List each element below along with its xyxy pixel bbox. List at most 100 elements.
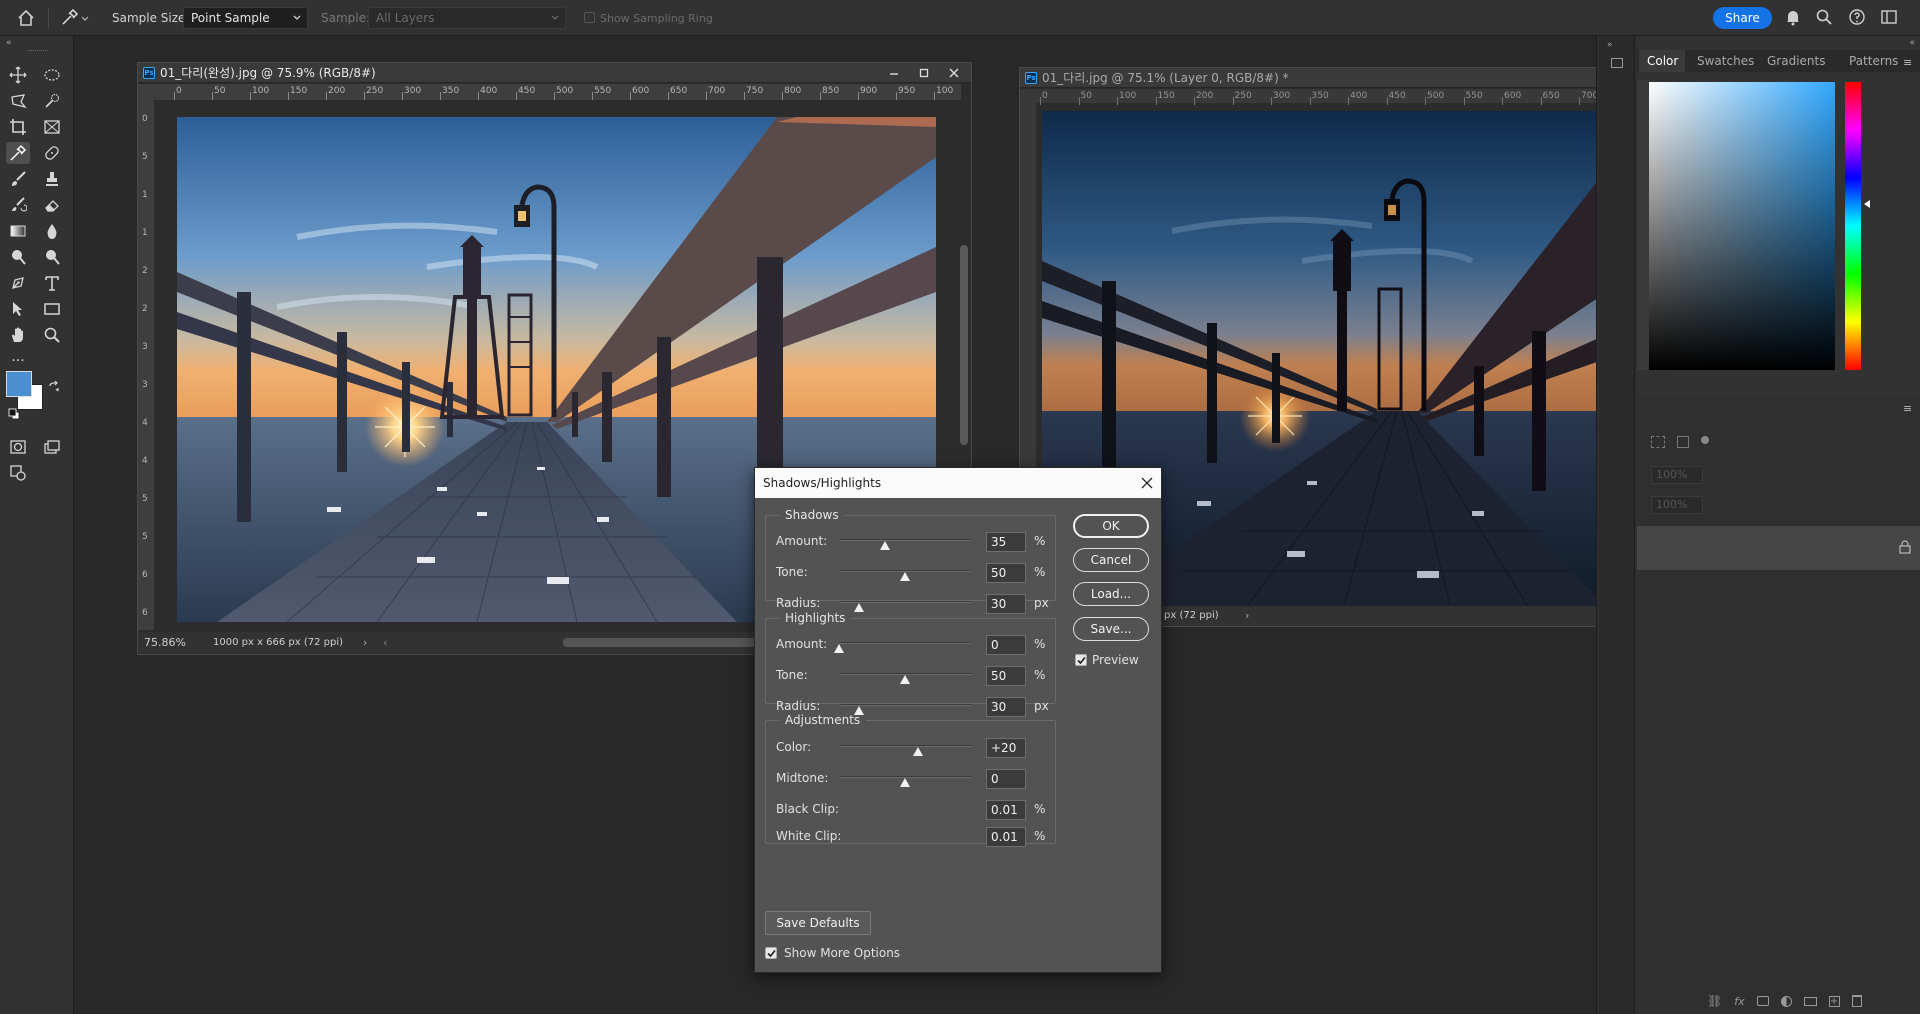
sample-size-dropdown[interactable]: Point Sample	[183, 7, 308, 29]
collapse-panel-icon[interactable]: «	[1909, 38, 1915, 48]
delete-layer-icon[interactable]	[1851, 995, 1862, 1007]
lasso-tool-icon[interactable]	[6, 90, 30, 112]
color-slider-thumb[interactable]	[913, 747, 923, 756]
path-selection-tool-icon[interactable]	[6, 298, 30, 320]
color-field[interactable]	[1649, 82, 1835, 370]
scrollbar-thumb[interactable]	[960, 245, 968, 445]
layer-row[interactable]	[1637, 526, 1920, 570]
eraser-tool-icon[interactable]	[40, 194, 64, 216]
pen-tool-icon[interactable]	[6, 272, 30, 294]
highlights-tone-slider-thumb[interactable]	[900, 675, 910, 684]
highlights-tone-input[interactable]: 50	[986, 666, 1026, 686]
tab-gradients[interactable]: Gradients	[1767, 54, 1825, 68]
panel-menu-icon[interactable]: ≡	[1903, 402, 1912, 415]
shadows-radius-input[interactable]: 30	[986, 594, 1026, 614]
scroll-left-icon[interactable]: ‹	[383, 632, 387, 654]
marquee-tool-icon[interactable]	[40, 64, 64, 86]
crop-tool-icon[interactable]	[6, 116, 30, 138]
midtone-input[interactable]: 0	[986, 769, 1026, 789]
ok-button[interactable]: OK	[1073, 514, 1149, 538]
add-mask-icon[interactable]	[1756, 996, 1769, 1006]
more-tools-icon[interactable]: ···	[6, 350, 30, 372]
shadows-tone-input[interactable]: 50	[986, 563, 1026, 583]
lock-pixels-icon[interactable]	[1677, 436, 1689, 448]
tab-patterns[interactable]: Patterns	[1849, 54, 1898, 68]
color-input[interactable]: +20	[986, 738, 1026, 758]
chevron-right-icon[interactable]: ›	[1245, 606, 1249, 626]
blur-tool-icon[interactable]	[40, 220, 64, 242]
black-clip-input[interactable]: 0.01	[986, 800, 1026, 820]
search-icon[interactable]	[1815, 8, 1833, 26]
fill-field[interactable]: 100%	[1651, 496, 1703, 514]
tab-color[interactable]: Color	[1647, 54, 1678, 68]
type-tool-icon[interactable]	[40, 272, 64, 294]
cancel-button[interactable]: Cancel	[1073, 548, 1149, 572]
panel-menu-icon[interactable]: ≡	[1903, 56, 1912, 69]
eyedropper-tool-icon[interactable]	[6, 142, 30, 164]
adjustment-layer-icon[interactable]	[1780, 995, 1792, 1007]
hand-tool-icon[interactable]	[6, 324, 30, 346]
highlights-amount-slider-thumb[interactable]	[834, 644, 844, 653]
lock-transparent-icon[interactable]	[1651, 436, 1665, 448]
document-tab-left[interactable]: Ps 01_다리(완성).jpg @ 75.9% (RGB/8#)	[138, 63, 971, 83]
home-icon[interactable]	[16, 0, 36, 36]
load-button[interactable]: Load...	[1073, 582, 1149, 606]
close-icon[interactable]	[1141, 477, 1153, 489]
save-button[interactable]: Save...	[1073, 617, 1149, 641]
shadows-tone-slider-thumb[interactable]	[900, 572, 910, 581]
frame-tool-icon[interactable]	[40, 116, 64, 138]
link-layers-icon[interactable]: ⛓	[1707, 994, 1722, 1008]
eyedropper-preset-icon[interactable]	[60, 0, 90, 36]
preview-checkbox[interactable]	[1075, 654, 1087, 666]
minimize-icon[interactable]	[879, 63, 909, 83]
maximize-icon[interactable]	[909, 63, 939, 83]
workspace-icon[interactable]	[1880, 8, 1898, 26]
zoom-level[interactable]: 75.86%	[144, 632, 186, 654]
shadows-amount-slider-thumb[interactable]	[880, 541, 890, 550]
swap-colors-icon[interactable]	[48, 381, 60, 393]
shadows-amount-slider-track[interactable]	[839, 539, 971, 541]
sample-dropdown[interactable]: All Layers	[368, 7, 566, 29]
help-icon[interactable]	[1848, 8, 1866, 26]
history-brush-tool-icon[interactable]	[6, 194, 30, 216]
shadows-radius-slider-thumb[interactable]	[854, 603, 864, 612]
show-sampling-ring-checkbox[interactable]	[584, 12, 595, 23]
collapse-panel-icon[interactable]: »	[1607, 40, 1613, 50]
quick-mask-icon[interactable]	[6, 436, 30, 458]
dodge-tool-icon[interactable]	[6, 246, 30, 268]
tab-swatches[interactable]: Swatches	[1697, 54, 1754, 68]
chevron-right-icon[interactable]: ›	[363, 632, 367, 654]
quick-selection-tool-icon[interactable]	[40, 90, 64, 112]
opacity-field[interactable]: 100%	[1651, 466, 1703, 484]
move-tool-icon[interactable]	[6, 64, 30, 86]
dodge-burn-tool-icon[interactable]	[40, 246, 64, 268]
screen-mode-icon[interactable]	[40, 436, 64, 458]
collapse-panel-icon[interactable]: «	[6, 38, 12, 48]
horizontal-scrollbar-thumb[interactable]	[563, 638, 758, 647]
clone-stamp-tool-icon[interactable]	[40, 168, 64, 190]
show-more-options-checkbox[interactable]	[765, 947, 777, 959]
zoom-tool-icon[interactable]	[40, 324, 64, 346]
shadows-amount-input[interactable]: 35	[986, 532, 1026, 552]
close-icon[interactable]	[939, 63, 969, 83]
hue-slider-handle[interactable]	[1864, 200, 1870, 208]
default-colors-icon[interactable]	[8, 408, 20, 420]
history-panel-icon[interactable]	[1611, 58, 1623, 68]
hue-slider[interactable]	[1845, 82, 1861, 370]
new-layer-icon[interactable]: +	[1828, 995, 1840, 1007]
midtone-slider-thumb[interactable]	[900, 778, 910, 787]
highlights-amount-slider-track[interactable]	[839, 642, 971, 644]
highlights-radius-slider-thumb[interactable]	[854, 706, 864, 715]
white-clip-input[interactable]: 0.01	[986, 827, 1026, 847]
save-defaults-button[interactable]: Save Defaults	[765, 911, 871, 935]
color-slider-track[interactable]	[839, 745, 971, 747]
brush-tool-icon[interactable]	[6, 168, 30, 190]
notification-bell-icon[interactable]	[1784, 8, 1802, 26]
highlights-radius-input[interactable]: 30	[986, 697, 1026, 717]
edit-toolbar-icon[interactable]	[6, 462, 30, 484]
fx-icon[interactable]: fx	[1734, 995, 1744, 1008]
highlights-amount-input[interactable]: 0	[986, 635, 1026, 655]
dialog-title-bar[interactable]: Shadows/Highlights	[755, 468, 1161, 498]
spot-healing-tool-icon[interactable]	[40, 142, 64, 164]
rectangle-tool-icon[interactable]	[40, 298, 64, 320]
